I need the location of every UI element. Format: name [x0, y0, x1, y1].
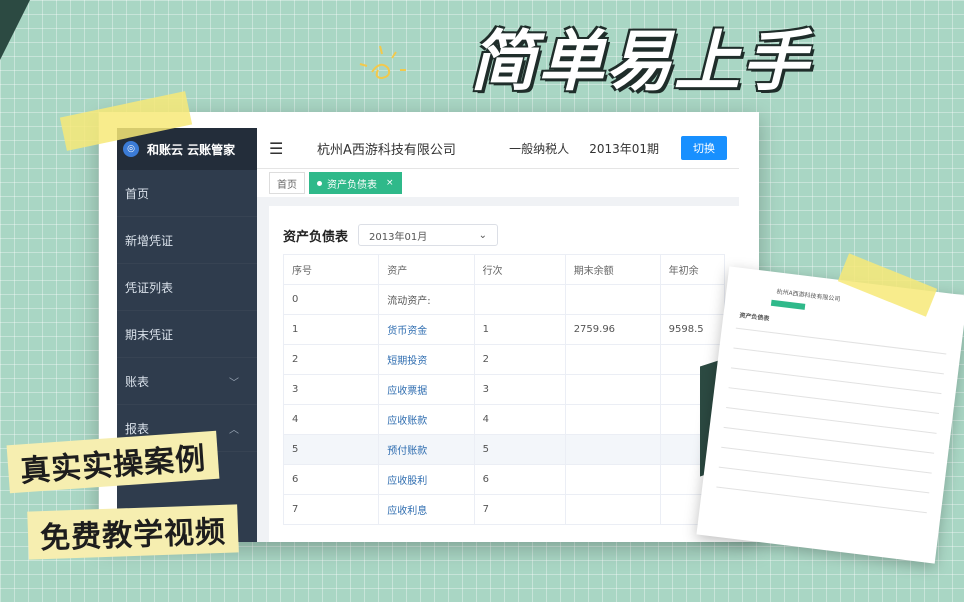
- table-row: 4 应收账款 4: [282, 404, 726, 435]
- table-cell-end: [564, 344, 661, 375]
- paper-line: [726, 407, 937, 434]
- table-cell-line: 1: [473, 314, 566, 345]
- sidebar-item-voucher-list[interactable]: 凭证列表: [117, 264, 257, 311]
- column-header: 行次: [473, 254, 566, 285]
- table-cell-no: 6: [282, 464, 380, 495]
- table-cell-asset[interactable]: 应收票据: [378, 374, 475, 405]
- chevron-up-icon: ︿: [229, 424, 239, 436]
- paper-line: [716, 486, 927, 514]
- menu-toggle-icon[interactable]: ☰: [269, 139, 289, 158]
- paper-line: [730, 367, 942, 395]
- sidebar-item-label: 期末凭证: [125, 327, 174, 342]
- table-row: 3 应收票据 3: [282, 374, 726, 405]
- active-dot-icon: [317, 180, 322, 186]
- table-cell-asset[interactable]: 应收利息: [378, 494, 475, 525]
- paper-line: [728, 387, 940, 415]
- table-cell-end: [564, 374, 661, 405]
- column-header: 序号: [282, 254, 380, 285]
- table-cell-begin: 9598.5: [659, 314, 726, 345]
- company-name: 杭州A西游科技有限公司: [317, 142, 456, 158]
- period-select[interactable]: 2013年01月 ⌄: [358, 224, 499, 246]
- sidebar-item-new-voucher[interactable]: 新增凭证: [117, 217, 257, 264]
- table-cell-line: 7: [473, 494, 566, 525]
- corner-decoration: [0, 0, 30, 60]
- table-cell-line: 2: [473, 344, 566, 375]
- table-cell-end: [564, 494, 661, 525]
- table-cell-no: 1: [282, 314, 380, 345]
- table-cell-line: 4: [473, 404, 566, 435]
- balance-sheet-table: 序号 资产 行次 期末余额 年初余 0 流动资产: 1 货币资金 1 2759.96 959…: [282, 254, 726, 525]
- table-cell-end: [564, 434, 661, 465]
- table-row: 7 应收利息 7: [282, 494, 726, 525]
- sidebar-item-period-end-voucher[interactable]: 期末凭证: [117, 311, 257, 358]
- table-cell-line: 3: [473, 374, 566, 405]
- chevron-down-icon: ⌄: [478, 229, 488, 241]
- report-panel: 资产负债表 2013年01月 ⌄ 序号 资产 行次 期末余额 年初余 0 流动资产: [269, 206, 739, 542]
- close-icon[interactable]: ×: [386, 178, 394, 188]
- period-select-value: 2013年01月: [369, 231, 428, 243]
- table-cell-line: 6: [473, 464, 566, 495]
- table-cell-asset[interactable]: 应收股利: [378, 464, 475, 495]
- table-cell-line: [473, 284, 566, 315]
- table-cell-asset[interactable]: 预付账款: [378, 434, 475, 465]
- table-cell-asset[interactable]: 应收账款: [378, 404, 475, 435]
- table-cell-end: [564, 284, 661, 315]
- sidebar-item-label: 凭证列表: [125, 280, 174, 295]
- tab-bar: 首页 资产负债表 ×: [257, 169, 739, 197]
- table-cell-end: [564, 404, 661, 435]
- table-cell-asset[interactable]: 货币资金: [378, 314, 475, 345]
- table-header-row: 序号 资产 行次 期末余额 年初余: [282, 254, 726, 285]
- table-cell-no: 5: [282, 434, 380, 465]
- table-cell-no: 3: [282, 374, 380, 405]
- sidebar-item-ledgers[interactable]: 账表 ﹀: [117, 358, 257, 405]
- taxpayer-type: 一般纳税人: [509, 141, 570, 156]
- report-title: 资产负债表: [283, 229, 349, 245]
- table-row: 0 流动资产:: [282, 284, 726, 315]
- column-header: 年初余: [659, 254, 726, 285]
- table-cell-no: 2: [282, 344, 380, 375]
- column-header: 期末余额: [564, 254, 661, 285]
- paper-line: [718, 466, 930, 494]
- promo-banner-2: 免费教学视频: [27, 504, 239, 560]
- table-cell-no: 0: [282, 284, 380, 315]
- switch-button[interactable]: 切换: [681, 136, 727, 160]
- table-cell-asset: 流动资产:: [378, 284, 475, 315]
- column-header: 资产: [378, 254, 475, 285]
- headline: 简单易上手: [470, 23, 810, 100]
- tab-balance-sheet[interactable]: 资产负债表 ×: [309, 172, 402, 194]
- sidebar-item-label: 账表: [125, 374, 150, 389]
- tab-label: 首页: [277, 179, 297, 191]
- paper-line: [721, 446, 932, 474]
- paper-tab-decoration: [770, 299, 806, 310]
- table-cell-begin: [659, 284, 726, 315]
- table-row: 5 预付账款 5: [282, 434, 726, 465]
- table-cell-end: 2759.96: [564, 314, 661, 345]
- table-cell-end: [564, 464, 661, 495]
- report-header: 资产负债表 2013年01月 ⌄: [283, 224, 725, 246]
- paper-line: [735, 327, 947, 355]
- table-cell-no: 4: [282, 404, 380, 435]
- paper-subtitle: 资产负债表: [739, 312, 770, 323]
- table-cell-no: 7: [282, 494, 380, 525]
- sidebar-item-label: 首页: [125, 186, 150, 201]
- chevron-down-icon: ﹀: [229, 377, 239, 389]
- tab-home[interactable]: 首页: [269, 172, 305, 194]
- sidebar-item-label: 新增凭证: [125, 233, 174, 248]
- brand-name: 和账云 云账管家: [147, 142, 236, 157]
- sidebar-item-label: 报表: [125, 421, 150, 436]
- sidebar-item-home[interactable]: 首页: [117, 170, 257, 217]
- table-row: 6 应收股利 6: [282, 464, 726, 495]
- table-row: 1 货币资金 1 2759.96 9598.5: [282, 314, 726, 345]
- paper-line: [723, 426, 935, 454]
- table-row: 2 短期投资 2: [282, 344, 726, 375]
- main-content: ☰ 杭州A西游科技有限公司 一般纳税人 2013年01期 切换 首页 资产负债表…: [257, 128, 739, 542]
- sparkle-icon: [359, 45, 406, 80]
- current-period: 2013年01期: [589, 141, 659, 156]
- table-cell-asset[interactable]: 短期投资: [378, 344, 475, 375]
- tab-label: 资产负债表: [327, 179, 377, 191]
- table-cell-line: 5: [473, 434, 566, 465]
- logo-icon: ◎: [123, 141, 139, 157]
- top-bar: ☰ 杭州A西游科技有限公司 一般纳税人 2013年01期 切换: [257, 128, 739, 169]
- paper-line: [733, 347, 944, 375]
